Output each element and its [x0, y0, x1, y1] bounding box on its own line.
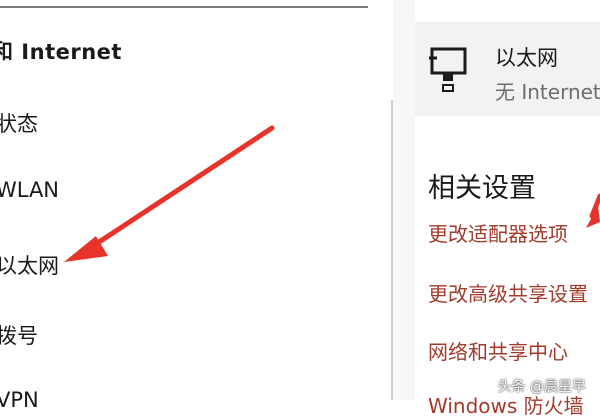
ethernet-status-card[interactable]: 以太网 无 Internet	[415, 22, 600, 116]
nav-item-dialup[interactable]: 拨号	[0, 320, 38, 350]
link-network-sharing-center[interactable]: 网络和共享中心	[428, 336, 568, 365]
pane-gap	[393, 0, 415, 400]
nav-item-wlan[interactable]: WLAN	[0, 178, 59, 202]
ethernet-monitor-icon	[429, 47, 467, 92]
section-title: 和 Internet	[0, 40, 122, 64]
card-status: 无 Internet	[495, 80, 600, 104]
link-change-adapter-options[interactable]: 更改适配器选项	[428, 218, 568, 247]
settings-content-pane: 以太网 无 Internet 相关设置 更改适配器选项 更改高级共享设置 网络和…	[415, 0, 600, 418]
card-title: 以太网	[495, 46, 558, 70]
nav-item-status[interactable]: 状态	[0, 108, 38, 138]
settings-navigation-pane: 和 Internet 状态 WLAN 以太网 拨号 VPN	[0, 0, 393, 412]
related-settings-title: 相关设置	[428, 173, 536, 204]
nav-item-vpn[interactable]: VPN	[0, 388, 39, 412]
nav-item-ethernet[interactable]: 以太网	[0, 250, 59, 280]
link-advanced-sharing-settings[interactable]: 更改高级共享设置	[428, 278, 588, 307]
search-box-edge[interactable]	[0, 0, 368, 8]
watermark: 头条 @晨星早	[497, 379, 586, 395]
